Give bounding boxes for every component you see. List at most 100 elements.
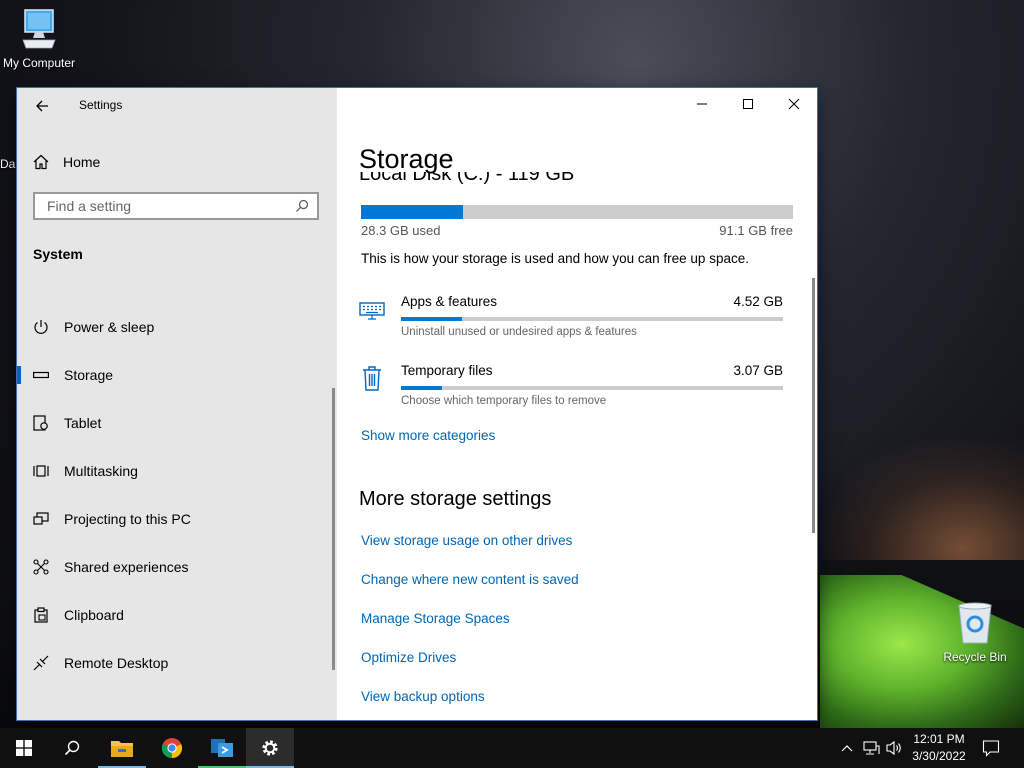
chrome-icon (161, 738, 183, 759)
show-hidden-icons-button[interactable] (837, 738, 857, 758)
search-input[interactable] (45, 197, 279, 215)
close-icon (788, 98, 800, 110)
sidebar-item-label: Storage (64, 367, 114, 383)
page-title: Storage (359, 144, 454, 174)
taskbar-search-button[interactable] (48, 728, 96, 768)
start-button[interactable] (0, 728, 48, 768)
clipboard-icon (33, 607, 49, 623)
desktop-icon-recycle-bin[interactable]: Recycle Bin (933, 602, 1017, 664)
trash-icon (359, 365, 385, 391)
notification-icon (982, 740, 1000, 757)
more-storage-settings-heading: More storage settings (359, 488, 552, 510)
chevron-up-icon (841, 745, 853, 752)
sidebar-item-power-sleep[interactable]: Power & sleep (17, 307, 337, 347)
used-space-label: 28.3 GB used (361, 223, 441, 238)
network-button[interactable] (861, 738, 881, 758)
close-button[interactable] (771, 88, 817, 120)
settings-icon (262, 740, 278, 756)
category-usage-bar (401, 386, 783, 390)
show-more-categories-link[interactable]: Show more categories (361, 428, 495, 443)
sidebar-item-home[interactable]: Home (33, 150, 100, 174)
category-size: 4.52 GB (733, 294, 783, 309)
sidebar: Settings Home System Power & sleep (17, 88, 337, 720)
window-title: Settings (79, 98, 123, 112)
taskbar-remote-desktop[interactable] (198, 728, 246, 768)
desktop-icon-label: My Computer (2, 56, 76, 70)
taskbar-chrome[interactable] (148, 728, 196, 768)
sidebar-item-label: Projecting to this PC (64, 511, 191, 527)
main-scrollbar[interactable] (812, 278, 815, 533)
category-description: Uninstall unused or undesired apps & fea… (401, 326, 637, 338)
recycle-bin-icon (958, 602, 992, 644)
selection-indicator (17, 366, 21, 384)
remote-desktop-icon (33, 655, 49, 671)
maximize-button[interactable] (725, 88, 771, 120)
free-space-label: 91.1 GB free (719, 223, 793, 238)
taskbar: 12:01 PM 3/30/2022 (0, 728, 1024, 768)
action-center-button[interactable] (981, 738, 1001, 758)
multitasking-icon (33, 463, 49, 479)
back-button[interactable] (31, 96, 53, 118)
link-manage-storage-spaces[interactable]: Manage Storage Spaces (361, 611, 510, 626)
desktop-icon-my-computer[interactable]: My Computer (0, 8, 81, 70)
file-explorer-icon (111, 741, 133, 757)
back-arrow-icon (36, 100, 48, 112)
desktop-partial-label: Da (0, 157, 16, 171)
shared-experiences-icon (33, 559, 49, 575)
storage-icon (33, 367, 49, 383)
disk-usage-bar (361, 205, 793, 219)
category-temporary-files[interactable]: Temporary files 3.07 GB Choose which tem… (359, 359, 783, 419)
sidebar-item-label: Remote Desktop (64, 655, 169, 671)
category-size: 3.07 GB (733, 363, 783, 378)
my-computer-icon (22, 9, 56, 49)
link-change-new-content-location[interactable]: Change where new content is saved (361, 572, 579, 587)
sidebar-item-label: Shared experiences (64, 559, 189, 575)
settings-window: Settings Home System Power & sleep (17, 88, 817, 720)
sidebar-item-tablet[interactable]: Tablet (17, 403, 337, 443)
search-box[interactable] (33, 192, 319, 220)
sidebar-item-storage[interactable]: Storage (17, 355, 337, 395)
remote-desktop-app-icon (211, 739, 233, 757)
keyboard-icon (359, 296, 385, 322)
category-usage-fill (401, 317, 463, 321)
sidebar-item-shared-experiences[interactable]: Shared experiences (17, 547, 337, 587)
taskbar-file-explorer[interactable] (98, 728, 146, 768)
minimize-icon (697, 103, 707, 105)
clock-date: 3/30/2022 (912, 749, 966, 763)
section-label: System (33, 246, 83, 262)
search-icon (296, 199, 309, 212)
volume-icon (886, 740, 901, 756)
maximize-icon (743, 99, 753, 109)
sidebar-item-multitasking[interactable]: Multitasking (17, 451, 337, 491)
search-icon (64, 740, 80, 756)
power-icon (33, 319, 49, 335)
link-view-storage-other-drives[interactable]: View storage usage on other drives (361, 533, 572, 548)
taskbar-clock[interactable]: 12:01 PM 3/30/2022 (902, 731, 976, 765)
sidebar-item-label: Tablet (64, 415, 102, 431)
disk-usage-fill (361, 205, 464, 219)
taskbar-settings[interactable] (246, 728, 294, 768)
sidebar-item-label: Power & sleep (64, 319, 155, 335)
minimize-button[interactable] (679, 88, 725, 120)
clock-time: 12:01 PM (913, 732, 965, 746)
category-apps-features[interactable]: Apps & features 4.52 GB Uninstall unused… (359, 290, 783, 350)
link-optimize-drives[interactable]: Optimize Drives (361, 650, 456, 665)
category-name: Apps & features (401, 294, 498, 309)
main-content: Storage Local Disk (C:) - 119 GB 28.3 GB… (337, 88, 817, 720)
sidebar-item-projecting[interactable]: Projecting to this PC (17, 499, 337, 539)
home-icon (33, 154, 49, 170)
desktop-horizon-glow (820, 440, 1024, 560)
sidebar-item-label: Clipboard (64, 607, 124, 623)
sidebar-item-label: Home (63, 154, 101, 170)
category-usage-bar (401, 317, 783, 321)
volume-button[interactable] (884, 738, 904, 758)
projecting-icon (33, 511, 49, 527)
category-usage-fill (401, 386, 443, 390)
sidebar-item-remote-desktop[interactable]: Remote Desktop (17, 643, 337, 683)
sidebar-scrollbar[interactable] (332, 388, 335, 670)
category-description: Choose which temporary files to remove (401, 395, 607, 407)
link-view-backup-options[interactable]: View backup options (361, 689, 485, 704)
sidebar-item-clipboard[interactable]: Clipboard (17, 595, 337, 635)
desktop-icon-label: Recycle Bin (943, 650, 1007, 664)
tablet-icon (33, 415, 49, 431)
